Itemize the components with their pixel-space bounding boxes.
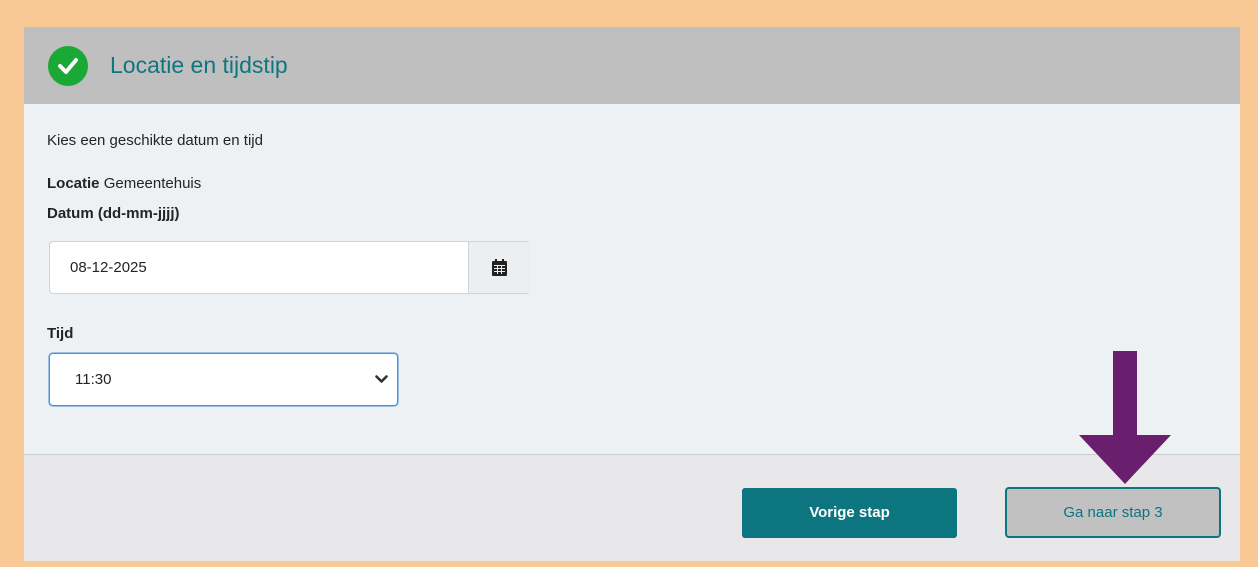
step-header: Locatie en tijdstip (24, 27, 1240, 104)
calendar-button[interactable] (468, 242, 530, 293)
time-value: 11:30 (75, 371, 112, 388)
intro-text: Kies een geschikte datum en tijd (47, 132, 263, 149)
check-circle-icon (48, 46, 88, 86)
location-label: Locatie (47, 175, 100, 192)
date-input[interactable] (50, 242, 468, 293)
date-field-group (49, 241, 530, 294)
location-value: Gemeentehuis (103, 175, 202, 192)
date-label: Datum (dd-mm-jjjj) (47, 205, 180, 222)
time-label: Tijd (47, 325, 74, 342)
step-title: Locatie en tijdstip (110, 52, 288, 78)
previous-step-button[interactable]: Vorige stap (742, 488, 957, 538)
time-select[interactable]: 11:30 (49, 353, 398, 406)
location-line: Locatie Gemeentehuis (47, 175, 201, 192)
next-step-button[interactable]: Ga naar stap 3 (1005, 487, 1221, 538)
calendar-icon (492, 259, 507, 276)
chevron-down-icon (375, 375, 388, 383)
step-panel: Locatie en tijdstip Kies een geschikte d… (24, 27, 1240, 561)
arrow-down-icon (1079, 351, 1171, 484)
